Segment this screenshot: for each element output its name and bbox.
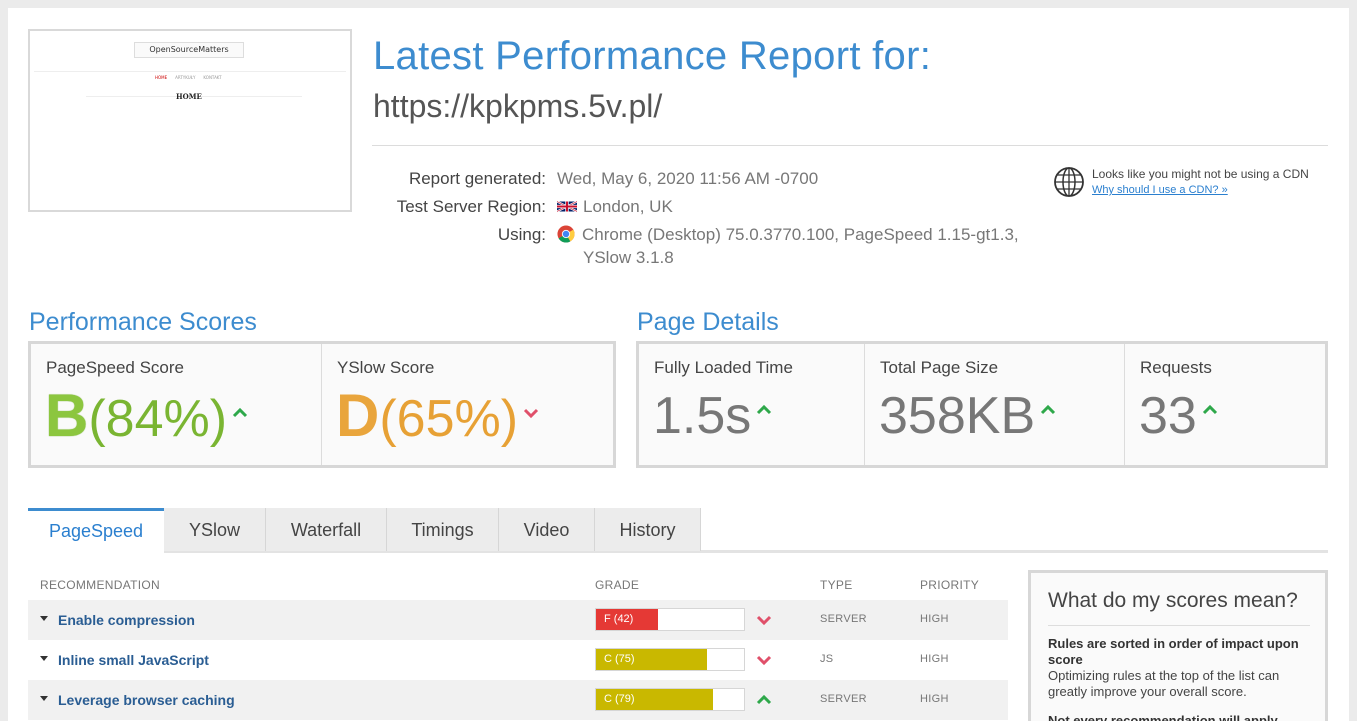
region-value: London, UK bbox=[583, 197, 673, 216]
using-value-line2: YSlow 3.1.8 bbox=[583, 248, 674, 267]
col-recommendation: RECOMMENDATION bbox=[40, 578, 160, 592]
uk-flag-icon bbox=[557, 200, 577, 213]
table-row[interactable]: Inline small JavaScript C (75) JS HIGH bbox=[28, 640, 1008, 680]
scores-help-text: Optimizing rules at the top of the list … bbox=[1048, 668, 1280, 699]
pagespeed-score-label: PageSpeed Score bbox=[46, 358, 184, 377]
trend-down-icon bbox=[756, 655, 772, 666]
requests-value-wrap: 33 bbox=[1139, 384, 1219, 448]
yslow-score-value: D(65%) bbox=[336, 384, 540, 451]
recommendation-type: SERVER bbox=[820, 613, 867, 625]
tab-timings[interactable]: Timings bbox=[387, 508, 499, 551]
fully-loaded-value: 1.5s bbox=[653, 387, 752, 445]
scores-help-box: What do my scores mean? Rules are sorted… bbox=[1028, 570, 1328, 721]
fully-loaded-cell: Fully Loaded Time 1.5s bbox=[639, 344, 865, 465]
region-value-wrap: London, UK bbox=[557, 197, 673, 217]
pagespeed-grade: B bbox=[45, 382, 89, 449]
trend-up-icon bbox=[756, 694, 772, 705]
table-row[interactable]: Enable compression F (42) SERVER HIGH bbox=[28, 600, 1008, 640]
pagespeed-score-value: B(84%) bbox=[45, 384, 249, 451]
generated-value: Wed, May 6, 2020 11:56 AM -0700 bbox=[557, 169, 819, 188]
using-value-line1: Chrome (Desktop) 75.0.3770.100, PageSpee… bbox=[582, 225, 1019, 244]
trend-up-icon bbox=[233, 407, 248, 418]
tab-video[interactable]: Video bbox=[499, 508, 595, 551]
fully-loaded-label: Fully Loaded Time bbox=[654, 358, 793, 377]
scores-help-heading: Rules are sorted in order of impact upon… bbox=[1048, 636, 1299, 667]
page-size-label: Total Page Size bbox=[880, 358, 999, 377]
thumbnail-divider bbox=[34, 71, 346, 72]
grade-bar: C (75) bbox=[595, 648, 745, 671]
tab-yslow[interactable]: YSlow bbox=[164, 508, 266, 551]
grade-fill: C (75) bbox=[596, 649, 707, 670]
grade-bar: F (42) bbox=[595, 608, 745, 631]
grade-bar: C (79) bbox=[595, 688, 745, 711]
chrome-icon bbox=[557, 225, 575, 243]
scores-help-title: What do my scores mean? bbox=[1048, 589, 1298, 612]
grade-fill: C (79) bbox=[596, 689, 713, 710]
caret-down-icon[interactable] bbox=[40, 696, 48, 701]
tab-pagespeed[interactable]: PageSpeed bbox=[28, 508, 164, 554]
cdn-notice: Looks like you might not be using a CDN bbox=[1092, 167, 1309, 181]
trend-down-icon bbox=[524, 408, 539, 419]
region-label: Test Server Region: bbox=[396, 197, 546, 216]
pagespeed-percent: (84%) bbox=[88, 390, 228, 448]
page-details-panel: Fully Loaded Time 1.5s Total Page Size 3… bbox=[636, 341, 1328, 468]
requests-value: 33 bbox=[1139, 387, 1197, 445]
cdn-help-link[interactable]: Why should I use a CDN? » bbox=[1092, 184, 1228, 196]
thumbnail-nav-item: KONTAKT bbox=[203, 75, 222, 80]
col-grade: GRADE bbox=[595, 578, 640, 592]
yslow-score-cell: YSlow Score D(65%) bbox=[322, 344, 613, 465]
thumbnail-nav: HOME ARTYKUŁY KONTAKT bbox=[155, 75, 230, 80]
yslow-grade: D bbox=[336, 382, 380, 449]
pagespeed-score-cell: PageSpeed Score B(84%) bbox=[31, 344, 322, 465]
trend-down-icon bbox=[756, 615, 772, 626]
caret-down-icon[interactable] bbox=[40, 656, 48, 661]
using-value-wrap: Chrome (Desktop) 75.0.3770.100, PageSpee… bbox=[557, 225, 1019, 245]
recommendation-type: SERVER bbox=[820, 693, 867, 705]
requests-label: Requests bbox=[1140, 358, 1212, 377]
report-page: OpenSourceMatters HOME ARTYKUŁY KONTAKT HO… bbox=[8, 8, 1349, 721]
using-label: Using: bbox=[497, 225, 546, 244]
page-size-cell: Total Page Size 358KB bbox=[865, 344, 1125, 465]
scores-help-divider bbox=[1048, 625, 1310, 626]
col-priority: PRIORITY bbox=[920, 578, 980, 592]
trend-up-icon bbox=[757, 404, 772, 415]
recommendation-type: JS bbox=[820, 653, 834, 665]
performance-scores-panel: PageSpeed Score B(84%) YSlow Score D(65%… bbox=[28, 341, 616, 468]
recommendation-priority: HIGH bbox=[920, 613, 949, 625]
trend-up-icon bbox=[1202, 404, 1217, 415]
thumbnail-nav-item: ARTYKUŁY bbox=[175, 75, 196, 80]
header-divider bbox=[372, 145, 1328, 146]
grade-fill: F (42) bbox=[596, 609, 659, 630]
report-url: https://kpkpms.5v.pl/ bbox=[373, 88, 663, 124]
tab-waterfall[interactable]: Waterfall bbox=[266, 508, 387, 551]
yslow-score-label: YSlow Score bbox=[337, 358, 435, 377]
requests-cell: Requests 33 bbox=[1125, 344, 1325, 465]
report-tabs: PageSpeed YSlow Waterfall Timings Video … bbox=[28, 508, 1328, 554]
recommendation-name[interactable]: Enable compression bbox=[58, 612, 195, 628]
scores-help-heading-2: Not every recommendation will apply bbox=[1048, 713, 1278, 721]
col-type: TYPE bbox=[820, 578, 853, 592]
globe-icon bbox=[1054, 167, 1084, 197]
page-size-value: 358KB bbox=[879, 387, 1036, 445]
thumbnail-nav-item: HOME bbox=[155, 75, 168, 80]
thumbnail-logo: OpenSourceMatters bbox=[134, 42, 244, 58]
page-size-value-wrap: 358KB bbox=[879, 384, 1057, 448]
recommendation-name[interactable]: Leverage browser caching bbox=[58, 692, 235, 708]
generated-label: Report generated: bbox=[408, 169, 546, 188]
site-thumbnail: OpenSourceMatters HOME ARTYKUŁY KONTAKT HO… bbox=[28, 29, 352, 212]
report-title: Latest Performance Report for: bbox=[373, 34, 932, 78]
table-row[interactable]: Leverage browser caching C (79) SERVER H… bbox=[28, 680, 1008, 720]
recommendation-priority: HIGH bbox=[920, 693, 949, 705]
recommendation-name[interactable]: Inline small JavaScript bbox=[58, 652, 209, 668]
fully-loaded-value-wrap: 1.5s bbox=[653, 384, 773, 448]
tab-history[interactable]: History bbox=[595, 508, 701, 551]
caret-down-icon[interactable] bbox=[40, 616, 48, 621]
recommendation-priority: HIGH bbox=[920, 653, 949, 665]
yslow-percent: (65%) bbox=[379, 390, 519, 448]
thumbnail-heading: HOME bbox=[176, 92, 202, 101]
trend-up-icon bbox=[1041, 404, 1056, 415]
performance-scores-title: Performance Scores bbox=[29, 308, 257, 336]
page-details-title: Page Details bbox=[637, 308, 779, 336]
